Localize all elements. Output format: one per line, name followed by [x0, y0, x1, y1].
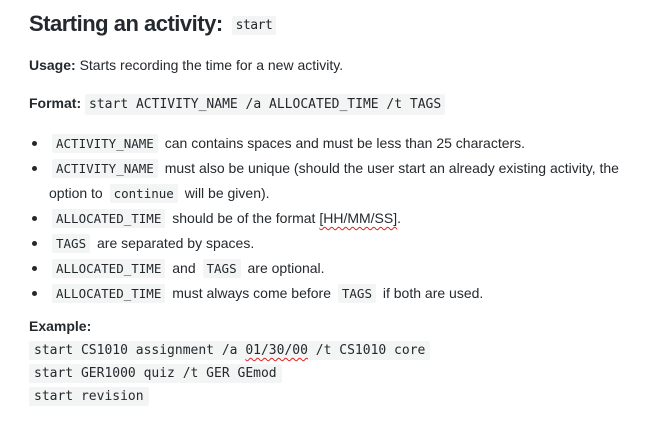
notes-list: ACTIVITY_NAME can contains spaces and mu…: [29, 131, 659, 306]
example-paragraph: Example:: [29, 318, 91, 334]
format-paragraph: Format: start ACTIVITY_NAME /a ALLOCATED…: [29, 94, 446, 115]
inline-code: ALLOCATED_TIME: [52, 284, 166, 303]
list-item: ALLOCATED_TIME must always come before T…: [29, 281, 659, 306]
usage-paragraph: Usage: Starts recording the time for a n…: [29, 57, 343, 73]
format-label: Format:: [29, 95, 82, 111]
inline-code: TAGS: [337, 284, 376, 303]
usage-label: Usage:: [29, 57, 76, 73]
example-label: Example:: [29, 318, 92, 334]
list-item: ACTIVITY_NAME must also be unique (shoul…: [29, 156, 659, 206]
format-code: start ACTIVITY_NAME /a ALLOCATED_TIME /t…: [85, 94, 446, 115]
inline-code: ALLOCATED_TIME: [52, 209, 166, 228]
list-item-text: must always come before: [172, 285, 331, 301]
list-item-text: and: [172, 260, 196, 276]
list-item: ACTIVITY_NAME can contains spaces and mu…: [29, 131, 659, 156]
section-heading: Starting an activity: start: [29, 11, 277, 37]
heading-command-code: start: [231, 15, 277, 35]
example-code-lines: start CS1010 assignment /a 01/30/00 /t C…: [29, 341, 431, 410]
inline-code: continue: [109, 184, 178, 203]
spellcheck-underlined-text: [HH/MM/SS]: [319, 210, 398, 226]
list-item-text: should be of the format: [172, 210, 316, 226]
code-fragment: start CS1010 assignment /a: [34, 343, 246, 358]
list-item: TAGS are separated by spaces.: [29, 231, 659, 256]
example-code-line: start CS1010 assignment /a 01/30/00 /t C…: [29, 341, 431, 360]
list-item-text: .: [397, 210, 402, 226]
heading-title: Starting an activity:: [29, 11, 223, 36]
list-item: ALLOCATED_TIME and TAGS are optional.: [29, 256, 659, 281]
example-code-line: start revision: [29, 387, 149, 406]
list-item-text: are optional.: [247, 260, 325, 276]
inline-code: ACTIVITY_NAME: [52, 159, 158, 178]
code-fragment: /t CS1010 core: [307, 343, 426, 358]
list-item-text: will be given).: [184, 185, 270, 201]
list-item-text: can contains spaces and must be less tha…: [164, 135, 526, 151]
list-item-text: if both are used.: [382, 285, 484, 301]
usage-text: Starts recording the time for a new acti…: [79, 57, 344, 73]
inline-code: TAGS: [202, 259, 241, 278]
inline-code: ALLOCATED_TIME: [52, 259, 166, 278]
list-item-text: are separated by spaces.: [97, 235, 255, 251]
list-item: ALLOCATED_TIME should be of the format […: [29, 206, 659, 231]
spellcheck-underlined-text: 01/30/00: [245, 343, 308, 358]
example-code-line: start GER1000 quiz /t GER GEmod: [29, 364, 282, 383]
inline-code: ACTIVITY_NAME: [52, 134, 158, 153]
inline-code: TAGS: [52, 234, 91, 253]
